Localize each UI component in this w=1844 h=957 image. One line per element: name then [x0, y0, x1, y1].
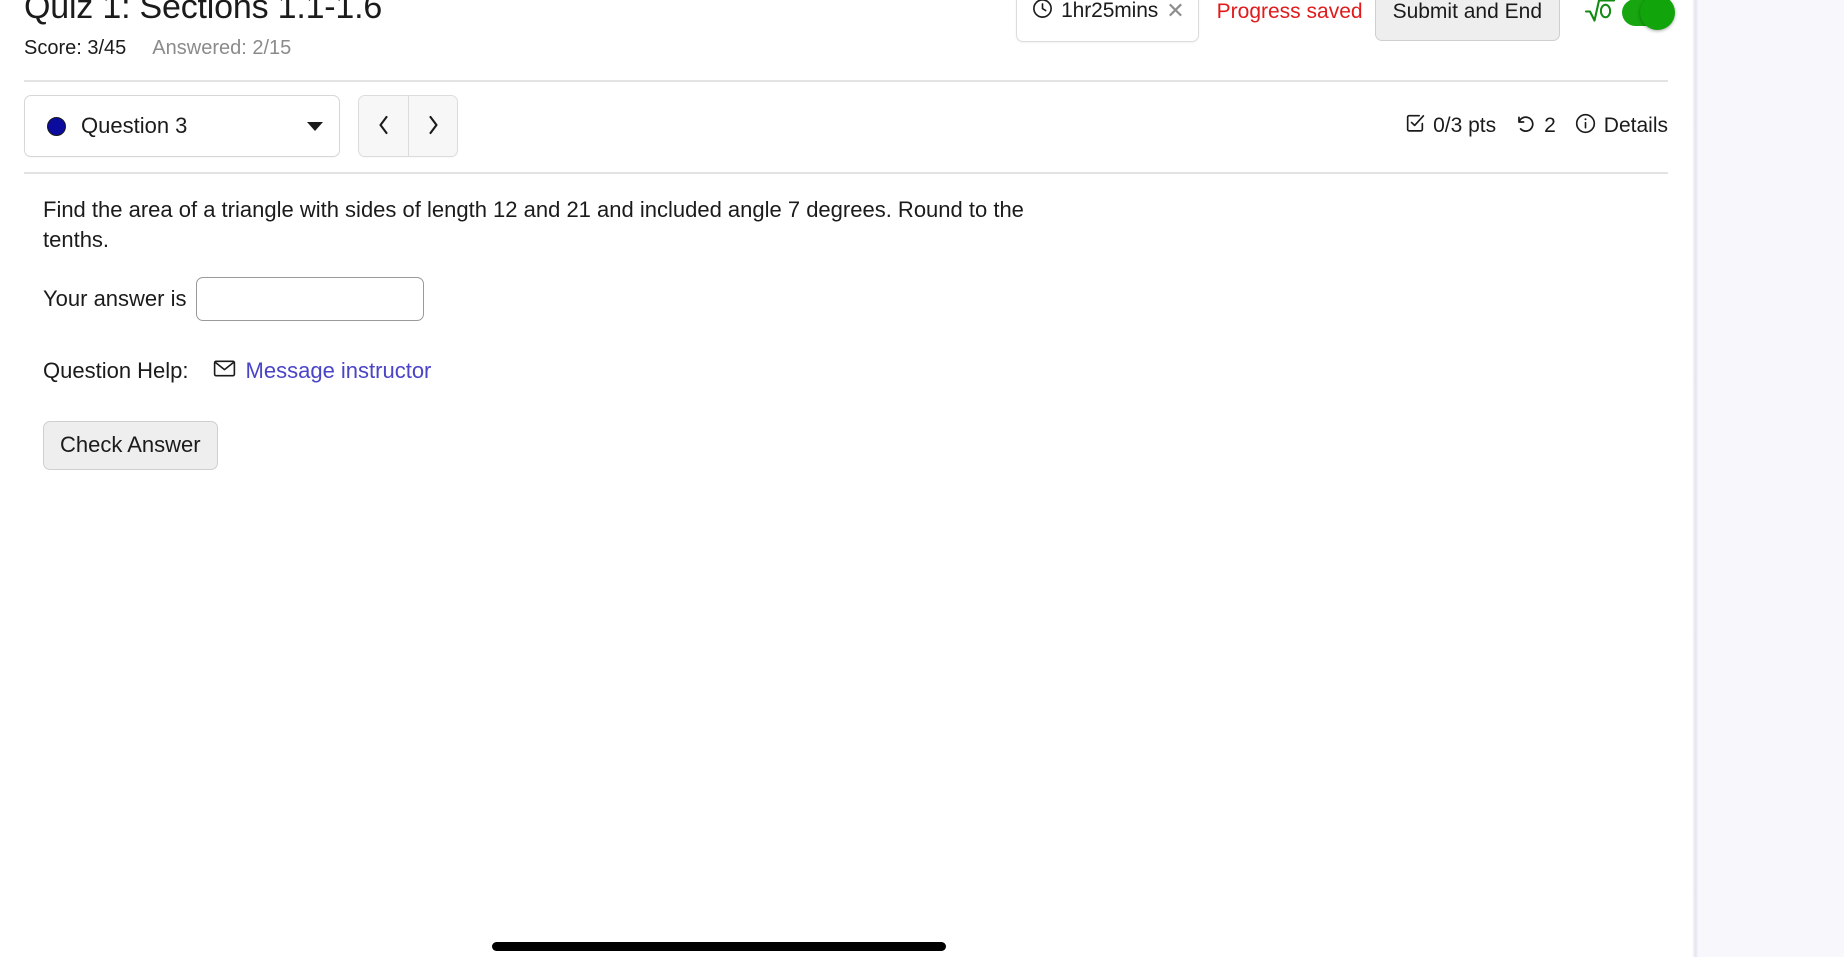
- page-background: [1698, 0, 1844, 957]
- horizontal-scrollbar[interactable]: [0, 935, 1692, 957]
- answer-input[interactable]: [196, 277, 425, 322]
- progress-saved-status: Progress saved: [1216, 0, 1363, 23]
- envelope-icon: [213, 359, 236, 383]
- next-question-button[interactable]: [408, 96, 457, 156]
- quiz-page: Quiz 1: Sections 1.1-1.6 Score: 3/45 Answ…: [0, 0, 1844, 957]
- page-title: Quiz 1: Sections 1.1-1.6: [24, 0, 383, 26]
- answer-label: Your answer is: [43, 286, 187, 312]
- timer-text: 1hr25mins: [1061, 0, 1159, 22]
- quiz-pane: Quiz 1: Sections 1.1-1.6 Score: 3/45 Answ…: [0, 0, 1692, 957]
- check-answer-button[interactable]: Check Answer: [43, 421, 218, 471]
- square-root-icon: [1584, 0, 1616, 29]
- timer-box[interactable]: 1hr25mins ✕: [1016, 0, 1199, 42]
- chevron-left-icon: [376, 113, 391, 140]
- clock-icon: [1031, 0, 1054, 25]
- pane-right-edge: [1692, 0, 1698, 957]
- question-pager: [358, 95, 458, 157]
- quiz-header: Quiz 1: Sections 1.1-1.6 Score: 3/45 Answ…: [0, 0, 1692, 90]
- score-summary: Score: 3/45 Answered: 2/15: [24, 37, 291, 60]
- question-select[interactable]: Question 3: [24, 95, 340, 157]
- question-nav: Question 3: [24, 95, 458, 157]
- info-circle-icon: [1574, 112, 1597, 141]
- math-mode-toggle[interactable]: [1622, 0, 1675, 30]
- points-value: 0/3 pts: [1433, 114, 1497, 137]
- question-help-label: Question Help:: [43, 358, 189, 384]
- question-select-label: Question 3: [81, 113, 188, 138]
- checked-box-icon: [1404, 112, 1426, 140]
- chevron-down-icon: [307, 121, 323, 131]
- submit-and-end-button[interactable]: Submit and End: [1374, 0, 1560, 41]
- header-divider: [24, 80, 1668, 82]
- points-indicator: 0/3 pts: [1404, 112, 1496, 140]
- attempts-indicator: 2: [1514, 112, 1556, 141]
- score-value: Score: 3/45: [24, 37, 127, 59]
- toggle-knob: [1640, 0, 1675, 30]
- answered-value: Answered: 2/15: [152, 37, 292, 59]
- close-icon[interactable]: ✕: [1166, 0, 1184, 22]
- answer-row: Your answer is: [43, 277, 1243, 322]
- question-status-dot: [47, 116, 66, 136]
- details-button[interactable]: Details: [1574, 112, 1668, 141]
- horizontal-scrollbar-thumb[interactable]: [492, 942, 946, 951]
- math-mode-toggle-group: [1584, 0, 1675, 30]
- question-help-row: Question Help: Message instructor: [43, 358, 1243, 384]
- question-meta: 0/3 pts 2 Details: [1404, 95, 1668, 157]
- chevron-right-icon: [426, 113, 441, 140]
- attempts-value: 2: [1544, 114, 1556, 137]
- message-instructor-link[interactable]: Message instructor: [246, 358, 432, 384]
- question-body: Find the area of a triangle with sides o…: [43, 195, 1243, 471]
- previous-question-button[interactable]: [359, 96, 408, 156]
- nav-divider: [24, 172, 1668, 174]
- undo-arrow-icon: [1514, 112, 1537, 141]
- header-controls: 1hr25mins ✕ Progress saved Submit and En…: [1016, 0, 1675, 44]
- question-text: Find the area of a triangle with sides o…: [43, 197, 1024, 253]
- details-label: Details: [1603, 114, 1668, 137]
